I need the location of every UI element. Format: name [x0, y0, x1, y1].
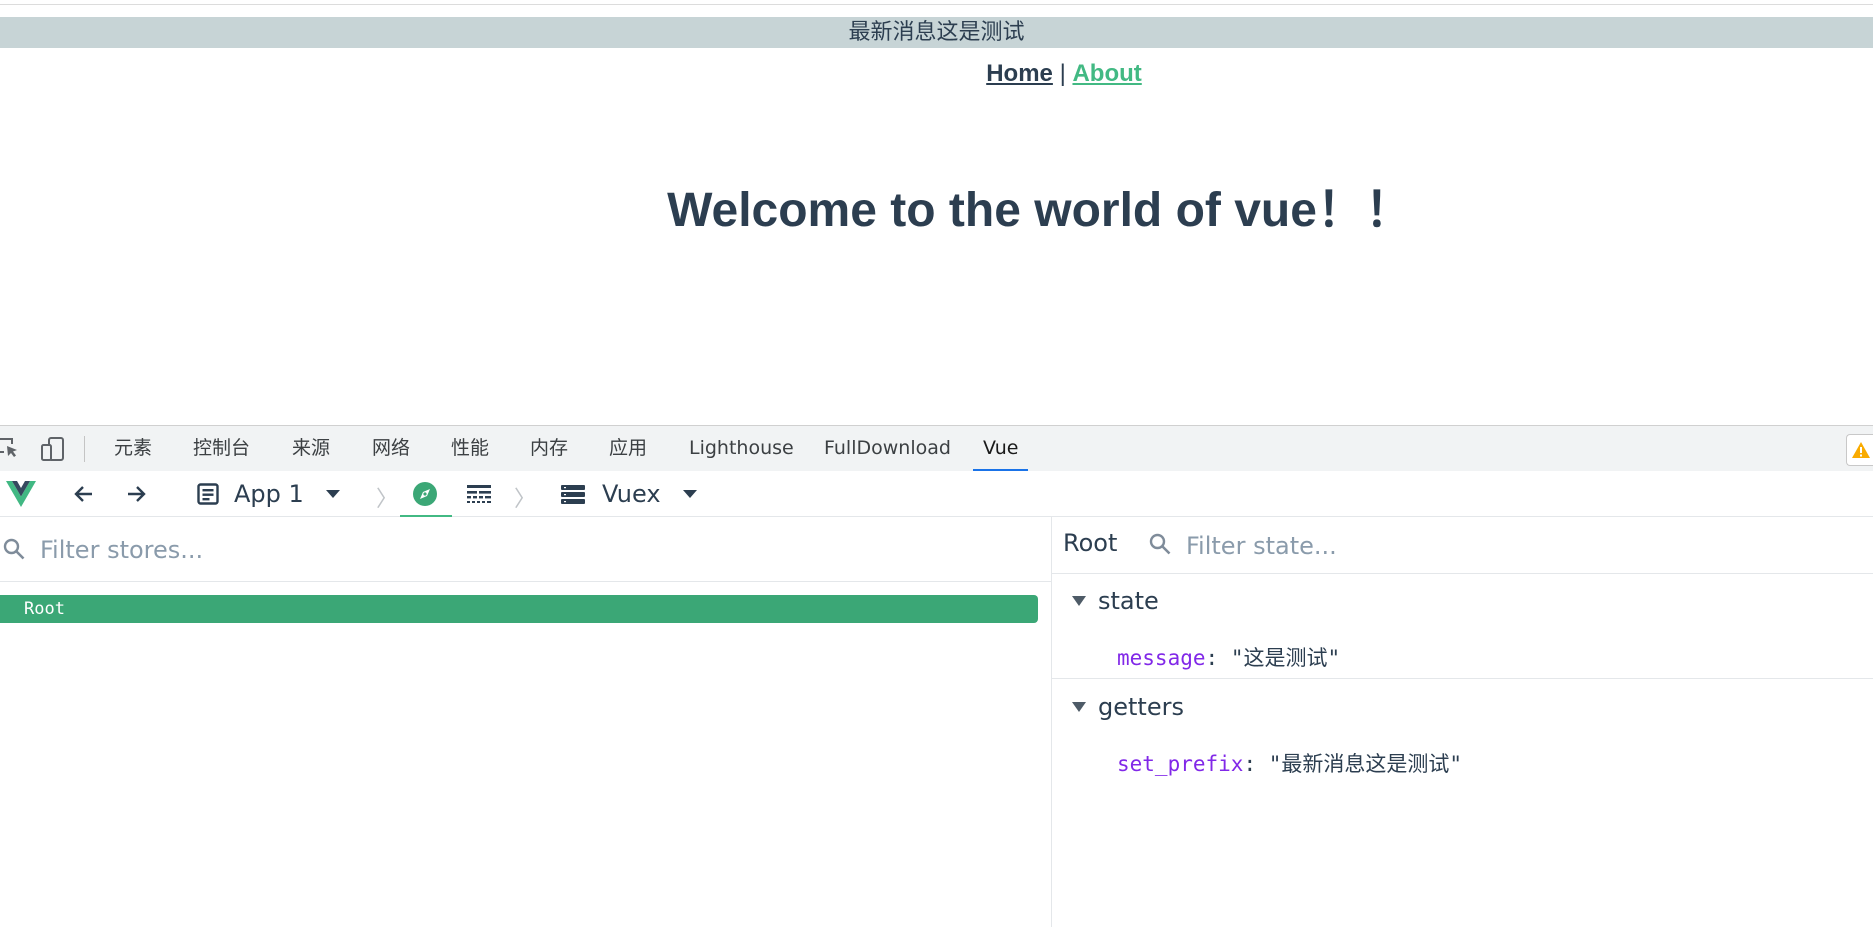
- news-banner: 最新消息这是测试: [0, 17, 1873, 48]
- state-section-toggle[interactable]: state: [1072, 587, 1159, 615]
- compass-icon[interactable]: [412, 471, 438, 516]
- getters-section-toggle[interactable]: getters: [1072, 693, 1184, 721]
- tab-elements[interactable]: 元素: [104, 426, 162, 471]
- tab-performance[interactable]: 性能: [441, 426, 499, 471]
- filter-state-input[interactable]: [1184, 527, 1788, 565]
- app-selector[interactable]: App 1: [196, 471, 340, 516]
- devtools-tab-bar: 元素 控制台 来源 网络 性能 内存 应用 Lighthouse FullDow…: [0, 425, 1873, 472]
- back-arrow-icon[interactable]: [72, 471, 96, 516]
- state-key: message: [1117, 646, 1206, 670]
- nav-home-link[interactable]: Home: [986, 60, 1053, 87]
- inspect-element-icon[interactable]: [0, 436, 20, 460]
- tab-console[interactable]: 控制台: [183, 426, 260, 471]
- getters-section-label: getters: [1098, 693, 1184, 721]
- tab-fulldownload[interactable]: FullDownload: [814, 426, 961, 471]
- state-entry-message[interactable]: message: "这是测试": [1117, 642, 1340, 672]
- selected-store-label: Root: [1063, 529, 1118, 557]
- filter-stores-input[interactable]: [38, 531, 942, 569]
- dropdown-icon: [325, 489, 340, 499]
- breadcrumb-chevron-icon: 〉: [514, 487, 537, 512]
- nav-about-link[interactable]: About: [1072, 60, 1141, 87]
- app-icon: [196, 482, 220, 506]
- tab-network[interactable]: 网络: [362, 426, 420, 471]
- search-icon: [1148, 532, 1172, 556]
- getter-value: "最新消息这是测试": [1268, 752, 1463, 776]
- top-rule: [0, 4, 1873, 5]
- state-inspector-pane: Root state message: "这是测试" getters set_p…: [1052, 517, 1873, 927]
- forward-arrow-icon[interactable]: [124, 471, 148, 516]
- nav-bar: Home | About: [0, 60, 1873, 88]
- breadcrumb-chevron-icon: 〉: [376, 487, 399, 512]
- dropdown-icon: [682, 489, 697, 499]
- tab-lighthouse[interactable]: Lighthouse: [679, 426, 804, 471]
- warnings-badge[interactable]: [1846, 434, 1873, 466]
- nav-separator: |: [1059, 60, 1066, 87]
- toolbar-divider: [84, 436, 85, 462]
- collapse-triangle-icon: [1072, 596, 1086, 606]
- vue-devtools-toolbar: App 1 Vuex: [0, 471, 1873, 517]
- tab-memory[interactable]: 内存: [520, 426, 578, 471]
- plugin-selector[interactable]: Vuex: [560, 471, 697, 516]
- tab-vue[interactable]: Vue: [973, 426, 1029, 472]
- vue-logo-icon: [6, 471, 36, 516]
- warning-icon: [1852, 442, 1870, 458]
- tab-sources[interactable]: 来源: [282, 426, 340, 471]
- tab-application[interactable]: 应用: [599, 426, 657, 471]
- app-selector-label: App 1: [234, 479, 304, 508]
- list-icon: [560, 483, 586, 505]
- stores-pane: Root: [0, 517, 1052, 927]
- getter-entry-set-prefix[interactable]: set_prefix: "最新消息这是测试": [1117, 748, 1462, 778]
- getter-key: set_prefix: [1117, 752, 1244, 776]
- search-icon: [2, 537, 26, 561]
- filter-stores-row: [0, 517, 1051, 582]
- state-value: "这是测试": [1230, 646, 1341, 670]
- state-inspector-header: Root: [1052, 517, 1873, 574]
- welcome-heading: Welcome to the world of vue！！: [667, 184, 1413, 237]
- store-item-root[interactable]: Root: [0, 595, 1038, 623]
- timeline-icon[interactable]: [466, 471, 492, 516]
- device-toolbar-icon[interactable]: [40, 436, 64, 461]
- state-section-label: state: [1098, 587, 1159, 615]
- plugin-selector-label: Vuex: [602, 479, 661, 508]
- section-divider: [1052, 678, 1873, 679]
- collapse-triangle-icon: [1072, 702, 1086, 712]
